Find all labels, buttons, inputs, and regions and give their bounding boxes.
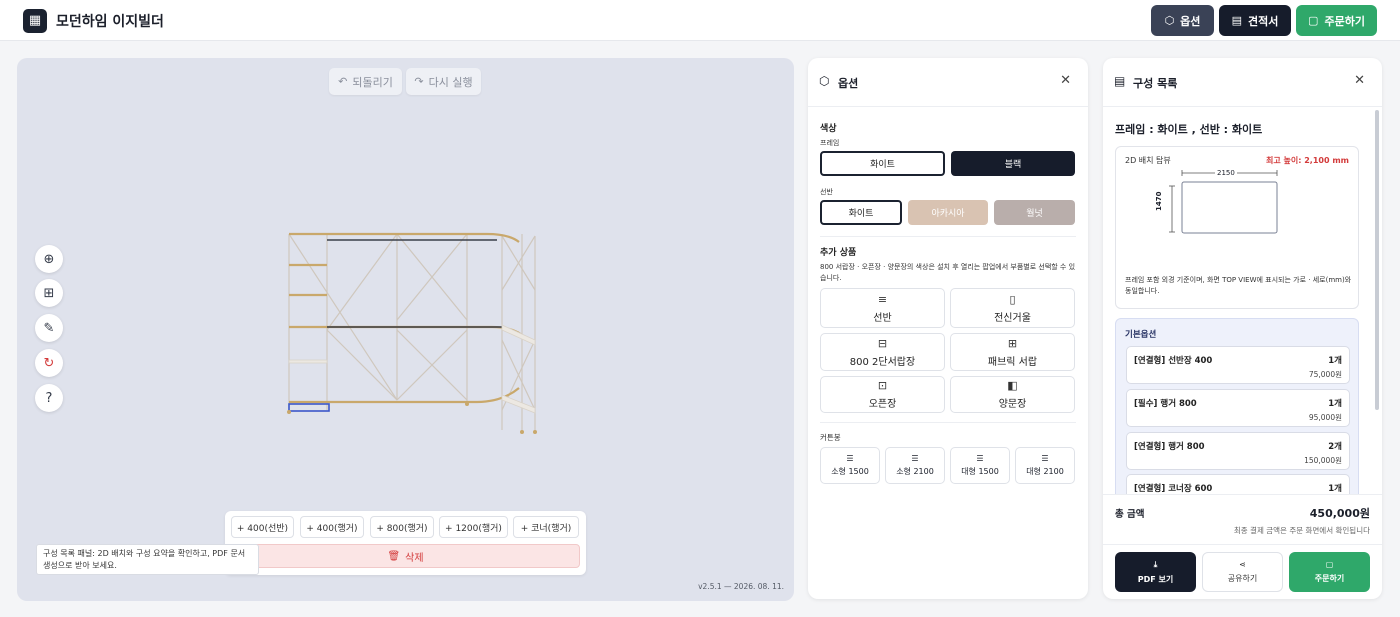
frame-black-option[interactable]: 블랙 bbox=[951, 151, 1075, 176]
redo-icon: ↷ bbox=[414, 75, 424, 88]
shelf-acacia-option[interactable]: 아카시아 bbox=[908, 200, 988, 225]
receipt-icon: ▤ bbox=[1231, 14, 1243, 27]
curtain-rod-icon: ☰ bbox=[976, 454, 984, 463]
double-door-icon: ◧ bbox=[1007, 379, 1018, 392]
cube-icon: ⬡ bbox=[819, 74, 830, 88]
drawer-icon: ⊟ bbox=[877, 336, 888, 350]
total-section: 총 금액 450,000원 최종 결제 금액은 주문 화면에서 확인됩니다 bbox=[1103, 494, 1382, 544]
order-button[interactable]: ▢ 주문하기 bbox=[1289, 552, 1370, 592]
frame-white-option[interactable]: 화이트 bbox=[820, 151, 945, 176]
trash-icon: 🗑 bbox=[387, 550, 401, 562]
options-panel-header: ⬡ 옵션 ✕ bbox=[808, 58, 1088, 107]
curtain-rod-icon: ☰ bbox=[846, 454, 854, 463]
version-label: v2.5.1 — 2026. 08. 11. bbox=[698, 582, 784, 591]
reset-icon[interactable]: ↻ bbox=[35, 349, 63, 377]
extra-section-title: 추가 상품 bbox=[820, 248, 857, 258]
fabric-drawer-icon: ⊞ bbox=[1007, 336, 1018, 350]
curtain-large-1500-card[interactable]: ☰ 대형 1500 bbox=[950, 447, 1010, 484]
curtain-rod-icon: ☰ bbox=[1041, 454, 1049, 463]
curtain-small-1500-card[interactable]: ☰ 소형 1500 bbox=[820, 447, 880, 484]
cart-icon: ▢ bbox=[1325, 560, 1334, 569]
shelf-label: 선반 bbox=[820, 188, 833, 196]
total-label: 총 금액 bbox=[1115, 509, 1145, 520]
extra-fabric-drawer-card[interactable]: ⊞ 패브릭 서랍 bbox=[950, 333, 1075, 371]
basic-options-title: 기본옵션 bbox=[1125, 330, 1157, 340]
color-section-title: 색상 bbox=[820, 124, 837, 134]
add-1200-hanger-button[interactable]: + 1200(행거) bbox=[439, 516, 508, 538]
shelf-icon: ≡ bbox=[877, 292, 888, 306]
add-module-bar: + 400(선반) + 400(행거) + 800(행거) + 1200(행거)… bbox=[225, 511, 586, 575]
dimension-width: 2150 bbox=[1215, 169, 1237, 177]
list-item: [연결형] 코너장 600 1개 bbox=[1126, 474, 1350, 494]
top-view-diagram bbox=[1169, 170, 1278, 234]
curtain-small-2100-card[interactable]: ☰ 소형 2100 bbox=[885, 447, 945, 484]
scrollbar[interactable] bbox=[1375, 110, 1379, 410]
extra-shelf-card[interactable]: ≡ 선반 bbox=[820, 288, 945, 328]
list-item: [필수] 행거 800 1개 95,000원 bbox=[1126, 389, 1350, 427]
grid-view-icon[interactable]: ⊞ bbox=[35, 279, 63, 307]
extra-description: 800 서랍장 · 오픈장 · 양문장의 색상은 설치 후 열리는 팝업에서 부… bbox=[820, 263, 1076, 282]
cube-icon: ⬡ bbox=[1164, 14, 1175, 27]
open-cabinet-icon: ⊡ bbox=[877, 379, 888, 392]
help-icon[interactable]: ? bbox=[35, 384, 63, 412]
extra-open-cabinet-card[interactable]: ⊡ 오픈장 bbox=[820, 376, 945, 413]
pdf-view-button[interactable]: ⤓ PDF 보기 bbox=[1115, 552, 1196, 592]
list-item: [연결형] 행거 800 2개 150,000원 bbox=[1126, 432, 1350, 470]
extra-drawer-card[interactable]: ⊟ 800 2단서랍장 bbox=[820, 333, 945, 371]
add-400-hanger-button[interactable]: + 400(행거) bbox=[300, 516, 364, 538]
config-summary: 프레임 : 화이트 , 선반 : 화이트 bbox=[1115, 123, 1263, 136]
dimension-depth: 1470 bbox=[1155, 191, 1163, 211]
extra-mirror-card[interactable]: ▯ 전신거울 bbox=[950, 288, 1075, 328]
max-height-label: 최고 높이: 2,100 mm bbox=[1266, 156, 1349, 165]
add-corner-hanger-button[interactable]: + 코너(행거) bbox=[513, 516, 579, 538]
options-button[interactable]: ⬡ 옵션 bbox=[1151, 5, 1214, 36]
total-value: 450,000원 bbox=[1309, 507, 1370, 520]
divider bbox=[820, 236, 1076, 237]
shelf-walnut-option[interactable]: 월넛 bbox=[994, 200, 1075, 225]
shelf-white-option[interactable]: 화이트 bbox=[820, 200, 902, 225]
document-icon: ▤ bbox=[1114, 74, 1126, 88]
composition-scroll-area[interactable]: 프레임 : 화이트 , 선반 : 화이트 2D 배치 탑뷰 최고 높이: 2,1… bbox=[1103, 108, 1382, 494]
3d-viewer[interactable]: ↶ 되돌리기 ↷ 다시 실행 ⊕ ⊞ ✎ ↻ ? + 400(선반) + 400… bbox=[17, 58, 794, 601]
divider bbox=[1103, 544, 1382, 545]
frame-label: 프레임 bbox=[820, 139, 840, 147]
total-note: 최종 결제 금액은 주문 화면에서 확인됩니다 bbox=[1233, 526, 1370, 535]
shelf-3d-model[interactable] bbox=[287, 230, 542, 440]
tooltip: 구성 목록 패널: 2D 배치와 구성 요약을 확인하고, PDF 문서 생성으… bbox=[36, 544, 259, 575]
undo-button[interactable]: ↶ 되돌리기 bbox=[329, 68, 402, 95]
add-400-shelf-button[interactable]: + 400(선반) bbox=[231, 516, 294, 538]
composition-panel-header: ▤ 구성 목록 ✕ bbox=[1103, 58, 1382, 107]
download-icon: ⤓ bbox=[1153, 559, 1158, 569]
grid-icon: ▦ bbox=[23, 9, 47, 33]
add-800-hanger-button[interactable]: + 800(행거) bbox=[370, 516, 434, 538]
layout-card: 2D 배치 탑뷰 최고 높이: 2,100 mm 2150 1470 프레임 포… bbox=[1115, 146, 1359, 309]
order-button[interactable]: ▢ 주문하기 bbox=[1296, 5, 1377, 36]
quote-button[interactable]: ▤ 견적서 bbox=[1219, 5, 1291, 36]
close-icon[interactable]: ✕ bbox=[1354, 73, 1365, 88]
composition-panel: ▤ 구성 목록 ✕ 프레임 : 화이트 , 선반 : 화이트 2D 배치 탑뷰 … bbox=[1103, 58, 1382, 599]
cart-icon: ▢ bbox=[1308, 14, 1319, 27]
app-title: 모던하임 이지빌더 bbox=[56, 14, 164, 30]
share-button[interactable]: ⋖ 공유하기 bbox=[1202, 552, 1283, 592]
top-bar: ▦ 모던하임 이지빌더 ⬡ 옵션 ▤ 견적서 ▢ 주문하기 bbox=[0, 0, 1400, 41]
layout-note: 프레임 포함 외경 기준이며, 화면 TOP VIEW에 표시되는 가로 · 세… bbox=[1125, 276, 1352, 295]
curtain-rod-icon: ☰ bbox=[911, 454, 919, 463]
basic-options-box: 기본옵션 [연결형] 선반장 400 1개 75,000원 [필수] 행거 80… bbox=[1115, 318, 1359, 494]
options-panel: ⬡ 옵션 ✕ 색상 프레임 화이트 블랙 선반 화이트 아카시아 월넛 추가 상… bbox=[808, 58, 1088, 599]
measure-icon[interactable]: ✎ bbox=[35, 314, 63, 342]
share-icon: ⋖ bbox=[1239, 560, 1246, 569]
redo-button[interactable]: ↷ 다시 실행 bbox=[406, 68, 481, 95]
extra-double-door-card[interactable]: ◧ 양문장 bbox=[950, 376, 1075, 413]
zoom-in-icon[interactable]: ⊕ bbox=[35, 245, 63, 273]
mirror-icon: ▯ bbox=[1009, 292, 1016, 306]
curtain-section-title: 커튼봉 bbox=[820, 433, 841, 442]
undo-icon: ↶ bbox=[338, 75, 348, 88]
close-icon[interactable]: ✕ bbox=[1060, 73, 1071, 88]
list-item: [연결형] 선반장 400 1개 75,000원 bbox=[1126, 346, 1350, 384]
divider bbox=[820, 422, 1076, 423]
delete-button[interactable]: 🗑 삭제 bbox=[231, 544, 580, 568]
layout-label: 2D 배치 탑뷰 bbox=[1125, 156, 1171, 165]
curtain-large-2100-card[interactable]: ☰ 대형 2100 bbox=[1015, 447, 1075, 484]
